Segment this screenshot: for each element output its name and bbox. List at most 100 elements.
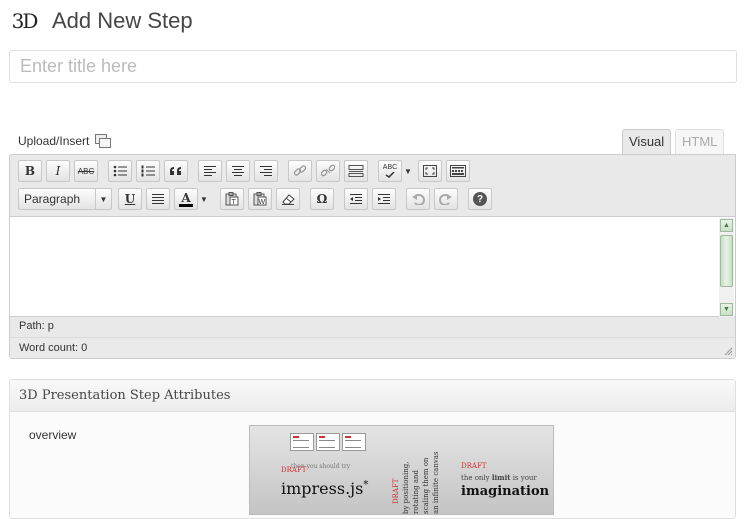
slide-thumbnail — [342, 433, 366, 451]
blockquote-button[interactable] — [164, 160, 188, 182]
paste-text-icon: T — [225, 192, 239, 206]
spellcheck-icon: ABC — [382, 164, 398, 171]
text-color-dropdown-arrow[interactable]: ▼ — [198, 188, 210, 210]
preview-vertical-text: rotating and — [412, 470, 420, 514]
justify-button[interactable] — [146, 188, 170, 210]
insert-more-tag-button[interactable] — [344, 160, 368, 182]
scroll-up-arrow-icon[interactable]: ▲ — [720, 219, 733, 232]
editor-path: Path: p — [19, 320, 54, 332]
scroll-down-arrow-icon[interactable]: ▼ — [720, 303, 733, 316]
omega-icon: Ω — [316, 192, 328, 206]
unordered-list-button[interactable] — [108, 160, 132, 182]
help-icon: ? — [473, 192, 487, 206]
align-right-button[interactable] — [254, 160, 278, 182]
editor-status-bar: Word count: 0 — [10, 337, 735, 358]
fullscreen-icon — [423, 165, 437, 177]
paste-text-button[interactable]: T — [220, 188, 244, 210]
resize-handle-icon[interactable] — [723, 346, 733, 356]
upload-insert-row: Upload/Insert — [18, 134, 112, 148]
special-character-button[interactable]: Ω — [310, 188, 334, 210]
strikethrough-icon: ABC — [77, 166, 95, 176]
spellcheck-button[interactable]: ABC — [378, 160, 402, 182]
help-button[interactable]: ? — [468, 188, 492, 210]
post-editor: B I ABC ABC ▼ Paragraph ▼ U A ▼ T W Ω ? … — [9, 154, 736, 359]
overview-field-label: overview — [29, 428, 77, 442]
metabox-title[interactable]: 3D Presentation Step Attributes — [10, 380, 735, 412]
kitchen-sink-icon — [450, 165, 466, 177]
preview-vertical-text: an infinite canvas — [432, 451, 440, 514]
svg-text:W: W — [259, 199, 266, 206]
format-select[interactable]: Paragraph ▼ — [18, 188, 112, 210]
redo-button[interactable] — [434, 188, 458, 210]
more-tag-icon — [348, 165, 364, 177]
word-count-value: 0 — [81, 342, 88, 354]
scrollbar-thumb[interactable] — [720, 235, 733, 287]
outdent-icon — [350, 194, 362, 204]
spellcheck-dropdown-arrow[interactable]: ▼ — [402, 160, 414, 182]
path-label: Path: — [19, 320, 45, 332]
kitchen-sink-button[interactable] — [446, 160, 470, 182]
preview-impress-text: impress.js* — [281, 479, 369, 498]
chevron-down-icon: ▼ — [95, 189, 111, 209]
align-right-icon — [260, 166, 272, 176]
align-center-icon — [232, 166, 244, 176]
redo-icon — [439, 194, 452, 205]
align-justify-icon — [152, 194, 164, 204]
indent-icon — [378, 194, 390, 204]
italic-icon: I — [55, 164, 61, 178]
editor-scrollbar[interactable]: ▲ ▼ — [719, 218, 734, 317]
link-icon — [293, 165, 307, 176]
underline-button[interactable]: U — [118, 188, 142, 210]
outdent-button[interactable] — [344, 188, 368, 210]
slide-thumbnail — [316, 433, 340, 451]
align-center-button[interactable] — [226, 160, 250, 182]
post-title-input[interactable] — [9, 50, 737, 83]
align-left-icon — [204, 166, 216, 176]
add-media-icon[interactable] — [95, 134, 112, 148]
path-value[interactable]: p — [48, 320, 54, 332]
blockquote-icon — [170, 167, 181, 175]
slide-thumbnail — [290, 433, 314, 451]
overview-preview-image[interactable]: DRAFT then you should try impress.js* DR… — [249, 425, 554, 515]
ordered-list-icon — [141, 165, 155, 177]
bold-icon: B — [24, 164, 36, 178]
fullscreen-button[interactable] — [418, 160, 442, 182]
editor-content-area[interactable]: ▲ ▼ — [10, 216, 735, 317]
remove-formatting-button[interactable] — [276, 188, 300, 210]
preview-tagline: the only limit is your — [461, 473, 537, 482]
align-left-button[interactable] — [198, 160, 222, 182]
page-header: 3D Add New Step — [8, 4, 193, 38]
undo-button[interactable] — [406, 188, 430, 210]
tab-visual[interactable]: Visual — [622, 129, 672, 155]
eraser-icon — [282, 194, 295, 205]
svg-text:T: T — [232, 199, 237, 206]
tab-html[interactable]: HTML — [675, 129, 725, 155]
strikethrough-button[interactable]: ABC — [74, 160, 98, 182]
preview-vertical-text: by positioning, — [402, 461, 410, 514]
page-title: Add New Step — [52, 8, 193, 33]
ordered-list-button[interactable] — [136, 160, 160, 182]
upload-insert-label: Upload/Insert — [18, 134, 90, 148]
text-color-icon: A — [181, 190, 191, 205]
insert-link-button[interactable] — [288, 160, 312, 182]
text-color-button[interactable]: A — [174, 188, 198, 210]
bold-button[interactable]: B — [18, 160, 42, 182]
step-attributes-metabox: 3D Presentation Step Attributes overview… — [9, 379, 736, 519]
preview-draft-label: DRAFT — [392, 478, 400, 504]
preview-imagination-text: imagination — [461, 484, 550, 499]
undo-icon — [412, 194, 425, 205]
indent-button[interactable] — [372, 188, 396, 210]
3d-logo-icon: 3D — [11, 9, 39, 33]
toolbar-row-2: Paragraph ▼ U A ▼ T W Ω ? — [18, 187, 496, 211]
toolbar-row-1: B I ABC ABC ▼ — [18, 159, 474, 183]
paste-word-icon: W — [253, 192, 267, 206]
unlink-button[interactable] — [316, 160, 340, 182]
preview-draft-label: DRAFT — [461, 462, 487, 470]
word-count-label: Word count: — [19, 342, 79, 354]
underline-icon: U — [124, 192, 136, 206]
unlink-icon — [321, 164, 335, 177]
preview-vertical-text: scaling them on — [422, 457, 430, 514]
paste-word-button[interactable]: W — [248, 188, 272, 210]
italic-button[interactable]: I — [46, 160, 70, 182]
preview-then-text: then you should try — [291, 463, 351, 470]
